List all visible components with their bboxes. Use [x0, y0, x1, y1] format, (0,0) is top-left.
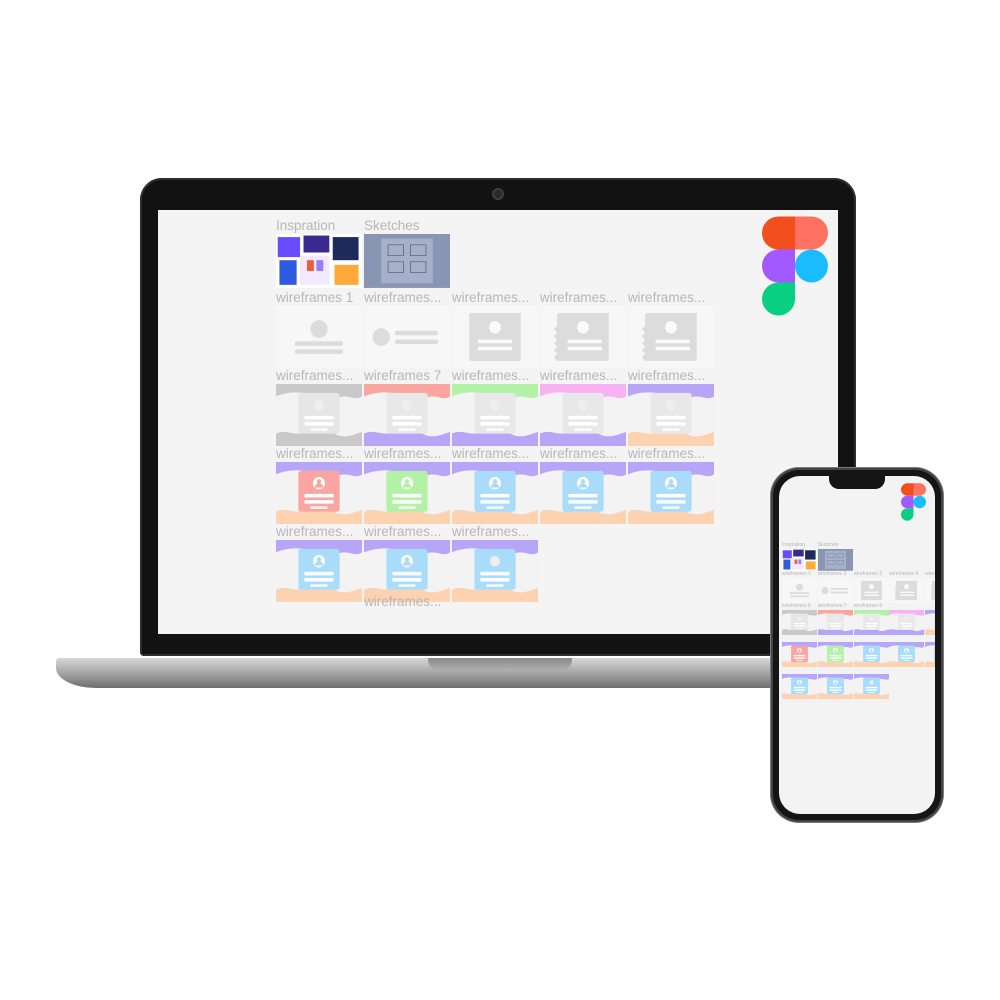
- frame-label[interactable]: wireframes 8: [854, 603, 889, 609]
- frame-thumbnail[interactable]: [817, 642, 853, 668]
- frame-label[interactable]: wireframes 3: [854, 571, 889, 577]
- frame-thumbnail[interactable]: [925, 578, 935, 604]
- frame-thumbnail[interactable]: [451, 539, 538, 602]
- frame-thumbnail[interactable]: [627, 305, 714, 368]
- frame-label[interactable]: wireframes 7: [364, 368, 450, 383]
- frame-label[interactable]: wireframes 4: [889, 571, 924, 577]
- frame-label[interactable]: wireframes...: [276, 368, 362, 383]
- frame-thumbnail[interactable]: [451, 305, 538, 368]
- frame-thumbnail[interactable]: [276, 461, 362, 524]
- frame-thumbnail[interactable]: [276, 234, 362, 288]
- frame-label-inspiration[interactable]: Inspiration: [782, 542, 817, 548]
- figma-logo: [762, 216, 828, 316]
- frame-label[interactable]: wireframes...: [364, 290, 450, 305]
- frame-thumbnail[interactable]: [925, 610, 935, 636]
- frame-thumbnail[interactable]: [276, 383, 362, 446]
- frame-label[interactable]: wireframes...: [452, 446, 538, 461]
- frame-thumbnail[interactable]: [627, 461, 714, 524]
- frame-label[interactable]: wireframes...: [364, 446, 450, 461]
- frame-label[interactable]: wireframes...: [540, 368, 626, 383]
- frame-thumbnail[interactable]: [889, 642, 925, 668]
- figma-board: Inspration Sketches wireframes 1 wirefra…: [276, 218, 718, 634]
- frame-thumbnail[interactable]: [363, 539, 450, 602]
- frame-thumbnail[interactable]: [782, 549, 817, 571]
- frame-label[interactable]: wireframes...: [628, 368, 714, 383]
- frame-label[interactable]: wireframes 2: [818, 571, 853, 577]
- laptop-lid: Inspration Sketches wireframes 1 wirefra…: [140, 178, 856, 656]
- frame-label[interactable]: wireframes...: [452, 290, 538, 305]
- frame-label[interactable]: wireframes...: [452, 368, 538, 383]
- frame-thumbnail[interactable]: [276, 305, 362, 368]
- figma-logo-small: [901, 483, 926, 521]
- laptop-screen: Inspration Sketches wireframes 1 wirefra…: [158, 210, 838, 634]
- frame-label[interactable]: wireframes...: [364, 594, 450, 609]
- frame-thumbnail[interactable]: [853, 642, 889, 668]
- figma-board-mobile: Inspiration Sketches wireframes 1 wirefr…: [782, 542, 935, 742]
- frame-label[interactable]: wireframes 1: [782, 571, 817, 577]
- frame-thumbnail[interactable]: [817, 674, 853, 700]
- frame-thumbnail[interactable]: [817, 549, 853, 571]
- frame-thumbnail[interactable]: [889, 610, 925, 636]
- frame-label[interactable]: wireframes...: [628, 290, 714, 305]
- frame-thumbnail[interactable]: [853, 674, 889, 700]
- frame-label[interactable]: wireframes 5: [925, 571, 935, 577]
- frame-thumbnail[interactable]: [363, 461, 450, 524]
- frame-thumbnail[interactable]: [782, 610, 817, 636]
- frame-thumbnail[interactable]: [817, 578, 853, 604]
- laptop-trackpad-notch: [428, 658, 572, 671]
- frame-label[interactable]: wireframes...: [540, 446, 626, 461]
- frame-thumbnail[interactable]: [853, 610, 889, 636]
- frame-thumbnail[interactable]: [853, 578, 889, 604]
- frame-label-inspiration[interactable]: Inspration: [276, 218, 362, 233]
- frame-label[interactable]: wireframes 7: [818, 603, 853, 609]
- frame-label-sketches[interactable]: Sketches: [818, 542, 853, 548]
- phone-screen: Inspiration Sketches wireframes 1 wirefr…: [779, 476, 935, 814]
- frame-thumbnail[interactable]: [363, 234, 450, 288]
- frame-thumbnail[interactable]: [451, 383, 538, 446]
- frame-thumbnail[interactable]: [363, 383, 450, 446]
- frame-thumbnail[interactable]: [363, 305, 450, 368]
- frame-thumbnail[interactable]: [627, 383, 714, 446]
- frame-thumbnail[interactable]: [782, 674, 817, 700]
- frame-label[interactable]: wireframes...: [364, 524, 450, 539]
- frame-label[interactable]: wireframes...: [276, 524, 362, 539]
- frame-thumbnail[interactable]: [925, 642, 935, 668]
- frame-thumbnail[interactable]: [889, 578, 925, 604]
- phone: Inspiration Sketches wireframes 1 wirefr…: [771, 468, 943, 822]
- frame-thumbnail[interactable]: [451, 461, 538, 524]
- frame-label[interactable]: wireframes 6: [782, 603, 817, 609]
- frame-label[interactable]: wireframes 1: [276, 290, 362, 305]
- webcam: [492, 188, 504, 200]
- frame-thumbnail[interactable]: [782, 642, 817, 668]
- frame-thumbnail[interactable]: [539, 305, 626, 368]
- frame-label[interactable]: wireframes...: [540, 290, 626, 305]
- frame-label[interactable]: wireframes...: [452, 524, 538, 539]
- phone-notch: [829, 476, 885, 489]
- frame-thumbnail[interactable]: [539, 383, 626, 446]
- frame-thumbnail[interactable]: [276, 539, 362, 602]
- frame-thumbnail[interactable]: [817, 610, 853, 636]
- frame-thumbnail[interactable]: [539, 461, 626, 524]
- frame-thumbnail[interactable]: [782, 578, 817, 604]
- frame-label-sketches[interactable]: Sketches: [364, 218, 450, 233]
- frame-label[interactable]: wireframes...: [276, 446, 362, 461]
- frame-label[interactable]: wireframes...: [628, 446, 714, 461]
